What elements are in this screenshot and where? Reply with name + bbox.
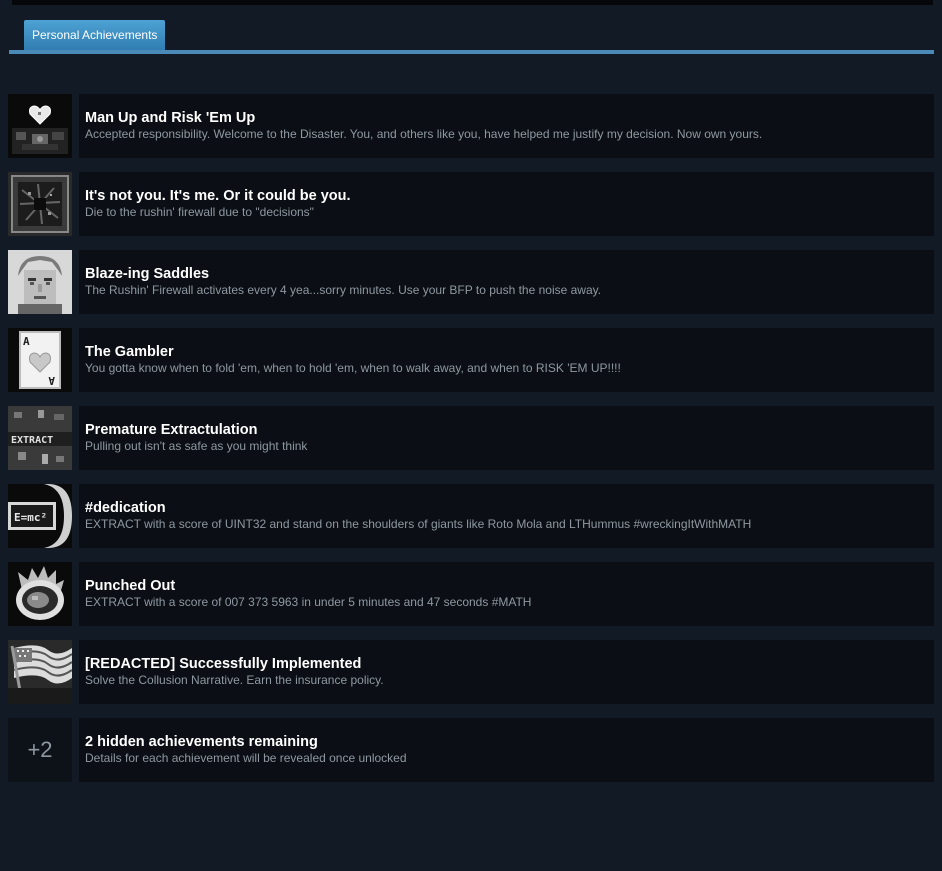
achievement-description: EXTRACT with a score of 007 373 5963 in … — [85, 595, 532, 609]
emc2-icon: E=mc² — [8, 484, 72, 548]
achievement-info: Premature Extractulation Pulling out isn… — [79, 406, 934, 470]
achievement-description: You gotta know when to fold 'em, when to… — [85, 361, 621, 375]
achievement-title: Blaze-ing Saddles — [85, 266, 210, 282]
achievement-row: Punched Out EXTRACT with a score of 007 … — [8, 562, 934, 626]
achievement-row: [REDACTED] Successfully Implemented Solv… — [8, 640, 934, 704]
achievement-list: Man Up and Risk 'Em Up Accepted responsi… — [8, 94, 934, 796]
playing-card-icon: A A — [8, 328, 72, 392]
static-noise-icon — [8, 172, 72, 236]
achievement-description: Accepted responsibility. Welcome to the … — [85, 127, 763, 141]
achievement-info: [REDACTED] Successfully Implemented Solv… — [79, 640, 934, 704]
achievement-row: A A The Gambler You gotta know when to f… — [8, 328, 934, 392]
achievement-row: It's not you. It's me. Or it could be yo… — [8, 172, 934, 236]
emc2-label: E=mc² — [14, 511, 47, 524]
achievement-description: Die to the rushin' firewall due to "deci… — [85, 205, 314, 219]
achievement-info: The Gambler You gotta know when to fold … — [79, 328, 934, 392]
tab-underline — [9, 50, 934, 54]
card-rank-label: A — [23, 335, 30, 348]
achievement-title: The Gambler — [85, 344, 174, 360]
achievement-description: Solve the Collusion Narrative. Earn the … — [85, 673, 384, 687]
flaming-fist-icon — [8, 562, 72, 626]
extract-sign-icon: EXTRACT — [8, 406, 72, 470]
flag-icon — [8, 640, 72, 704]
achievement-row: Man Up and Risk 'Em Up Accepted responsi… — [8, 94, 934, 158]
achievement-title: [REDACTED] Successfully Implemented — [85, 656, 362, 672]
achievement-description: EXTRACT with a score of UINT32 and stand… — [85, 517, 752, 531]
achievement-title: #dedication — [85, 500, 166, 516]
achievement-description: Pulling out isn't as safe as you might t… — [85, 439, 308, 453]
top-bar — [12, 0, 933, 5]
hidden-achievements-description: Details for each achievement will be rev… — [85, 751, 407, 765]
tab-bar: Personal Achievements — [0, 20, 934, 55]
achievement-title: Punched Out — [85, 578, 176, 594]
achievement-row: E=mc² #dedication EXTRACT with a score o… — [8, 484, 934, 548]
hidden-achievements-row: +2 2 hidden achievements remaining Detai… — [8, 718, 934, 782]
achievement-info: Punched Out EXTRACT with a score of 007 … — [79, 562, 934, 626]
achievement-description: The Rushin' Firewall activates every 4 y… — [85, 283, 602, 297]
pixel-heart-icon — [8, 94, 72, 158]
hidden-achievements-title: 2 hidden achievements remaining — [85, 734, 318, 750]
achievement-title: Premature Extractulation — [85, 422, 258, 438]
extract-label: EXTRACT — [11, 435, 53, 446]
tab-personal-achievements[interactable]: Personal Achievements — [24, 20, 166, 51]
achievement-row: EXTRACT Premature Extractulation Pulling… — [8, 406, 934, 470]
achievement-row: Blaze-ing Saddles The Rushin' Firewall a… — [8, 250, 934, 314]
card-rank-label-rotated: A — [48, 374, 55, 387]
achievement-info: It's not you. It's me. Or it could be yo… — [79, 172, 934, 236]
achievement-info: 2 hidden achievements remaining Details … — [79, 718, 934, 782]
face-portrait-icon — [8, 250, 72, 314]
achievement-title: It's not you. It's me. Or it could be yo… — [85, 188, 351, 204]
achievement-info: Blaze-ing Saddles The Rushin' Firewall a… — [79, 250, 934, 314]
achievement-title: Man Up and Risk 'Em Up — [85, 110, 256, 126]
hidden-count-badge: +2 — [8, 718, 72, 782]
achievement-info: Man Up and Risk 'Em Up Accepted responsi… — [79, 94, 934, 158]
achievement-info: #dedication EXTRACT with a score of UINT… — [79, 484, 934, 548]
